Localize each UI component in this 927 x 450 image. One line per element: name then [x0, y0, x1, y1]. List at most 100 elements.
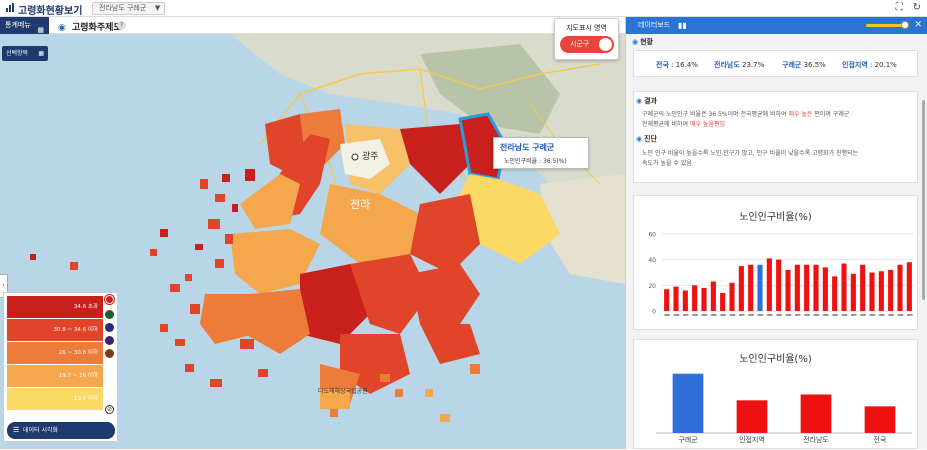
stat-adjacent: 인접지역 : 20.1% [842, 61, 897, 69]
panel-header: 데이터보드 ▮▮ ✕ [626, 17, 927, 34]
help-icon[interactable]: ? [117, 21, 126, 30]
toggle-knob [599, 38, 612, 51]
color-scheme-purple[interactable] [105, 336, 114, 345]
circle-icon: ◉ [58, 23, 66, 33]
y-tick-label: 60 [648, 232, 656, 239]
tab-aging-map[interactable]: ◉ 고령화주제도 [58, 20, 122, 33]
legend-row: 30.8 ~ 34.6 이하 [7, 319, 103, 341]
national-park-label: 다도해해상국립공원 [318, 388, 368, 395]
diagnosis-text-line: 노인 인구 비율이 높을수록 노인 인구가 많고, 인구 비율이 낮을수록 고령… [642, 150, 859, 157]
x-tick-label-placeholder [757, 314, 764, 316]
color-scheme-brown[interactable] [105, 349, 114, 358]
map-legend: 34.6 초과 30.8 ~ 34.6 이하 26 ~ 30.8 이하 19.7… [3, 292, 118, 442]
x-tick-label-placeholder [776, 314, 782, 316]
tooltip-detail: 노인인구비율 : 36.5(%) [504, 158, 567, 165]
opacity-slider[interactable] [866, 21, 909, 29]
bar-chart-regions: 0 20 40 60 [648, 232, 914, 316]
x-tick-label-placeholder [841, 314, 848, 316]
stats-menu-button[interactable]: 통계메뉴 ▦ [0, 17, 49, 34]
region-select[interactable]: 전라남도 구례군 ▼ [92, 2, 166, 15]
x-tick-label-placeholder [692, 314, 698, 316]
x-tick-label-placeholder [720, 314, 726, 316]
x-tick-label-placeholder [869, 314, 876, 316]
stat-name: 전국 [656, 61, 669, 69]
stat-name: 전라남도 [714, 61, 740, 69]
x-tick-label-placeholder [888, 314, 894, 316]
result-label: 결과 [644, 97, 657, 105]
bar [860, 264, 866, 311]
select-items-button[interactable]: 선택항목 ▦ [2, 46, 48, 61]
bar [776, 259, 782, 311]
close-icon[interactable]: ✕ [914, 17, 922, 34]
bar [822, 267, 828, 311]
toggle-title: 지도표시 영역 [566, 24, 607, 32]
slider-knob[interactable] [901, 21, 909, 29]
x-tick-label-placeholder [748, 314, 754, 316]
select-items-label: 선택항목 [6, 50, 29, 57]
legend-row: 19.7 ~ 26 이하 [7, 365, 103, 387]
result-box: ◉ 결과 구례군의 노인인구 비율은 36.5%이며 전국평균에 비하여 매우 높… [633, 91, 918, 183]
refresh-icon[interactable]: ↻ [913, 2, 921, 13]
x-tick-label-placeholder [711, 314, 717, 316]
bar [720, 293, 726, 311]
x-tick-label-placeholder [823, 314, 829, 316]
bar [673, 286, 679, 311]
stat-value: 36.5% [803, 61, 826, 69]
bar [804, 264, 810, 311]
x-tick-label-placeholder [729, 314, 736, 316]
bar [785, 269, 791, 311]
toggle-value: 시군구 [570, 40, 590, 48]
data-visualization-button[interactable]: ☰ 데이터 시각화 [7, 422, 115, 439]
top-bar: 고령화현황보기 전라남도 구례군 ▼ ⛶ ↻ [0, 0, 927, 17]
x-tick-label: 전라남도 [803, 435, 829, 444]
bar [710, 281, 716, 311]
x-tick-label-placeholder [804, 314, 810, 316]
bar [794, 264, 800, 311]
stats-menu-label: 통계메뉴 [5, 21, 31, 29]
diagnosis-section-label: ◉ 진단 [636, 134, 657, 144]
legend-row: 26 ~ 30.8 이하 [7, 342, 103, 364]
x-tick-label-placeholder [701, 314, 708, 316]
x-tick-label-placeholder [860, 314, 866, 316]
region-tooltip: 전라남도 구례군 노인인구비율 : 36.5(%) [493, 137, 589, 169]
panel-title: 데이터보드 [638, 21, 671, 29]
color-scheme-blue[interactable] [105, 323, 114, 332]
bar [672, 373, 704, 433]
fullscreen-icon[interactable]: ⛶ [896, 2, 903, 13]
list-icon: ☰ [13, 426, 20, 434]
bar [748, 264, 754, 311]
bar [832, 276, 838, 311]
color-scheme-red[interactable] [105, 295, 114, 304]
no-color-icon[interactable]: ⊘ [105, 405, 114, 414]
result-text-line: 전체평균에 비하여 매우 높음편입 [642, 121, 726, 128]
result-section-label: ◉ 결과 [636, 96, 657, 106]
color-scheme-green[interactable] [105, 310, 114, 319]
stat-value: 20.1% [874, 61, 897, 69]
y-tick-label: 40 [648, 257, 656, 264]
tooltip-title: 전라남도 구례군 [500, 143, 555, 152]
bar [736, 400, 768, 433]
circle-icon: ◉ [636, 97, 643, 105]
bar [701, 287, 707, 311]
panel-scrollbar[interactable] [922, 100, 925, 300]
sub-bar: 통계메뉴 ▦ ◉ 고령화주제도 ? [0, 17, 625, 34]
x-tick-label: 인접지역 [739, 435, 765, 444]
bar [766, 258, 772, 311]
bar-chart-icon: ▮▮ [678, 21, 687, 30]
sigungu-toggle[interactable]: 시군구 [560, 36, 614, 53]
region-label: 전라 [350, 198, 371, 211]
x-tick-label-placeholder [785, 314, 792, 316]
stat-province: 전라남도 23.7% [714, 60, 764, 70]
stat-name: 구례군 [782, 61, 802, 69]
circle-icon: ◉ [636, 135, 643, 143]
status-label: 현황 [640, 38, 653, 46]
x-tick-label-placeholder [879, 314, 885, 316]
bar [800, 394, 832, 433]
legend-row: 19.7 이하 [7, 388, 103, 410]
x-tick-label-placeholder [767, 314, 773, 316]
stat-name: 인접지역 [842, 61, 868, 69]
diagnosis-text-line: 속도가 높을 수 있음 [642, 160, 692, 167]
y-tick-label: 20 [648, 283, 656, 290]
x-tick-label-placeholder [832, 314, 838, 316]
stat-county: 구례군 36.5% [782, 60, 826, 70]
